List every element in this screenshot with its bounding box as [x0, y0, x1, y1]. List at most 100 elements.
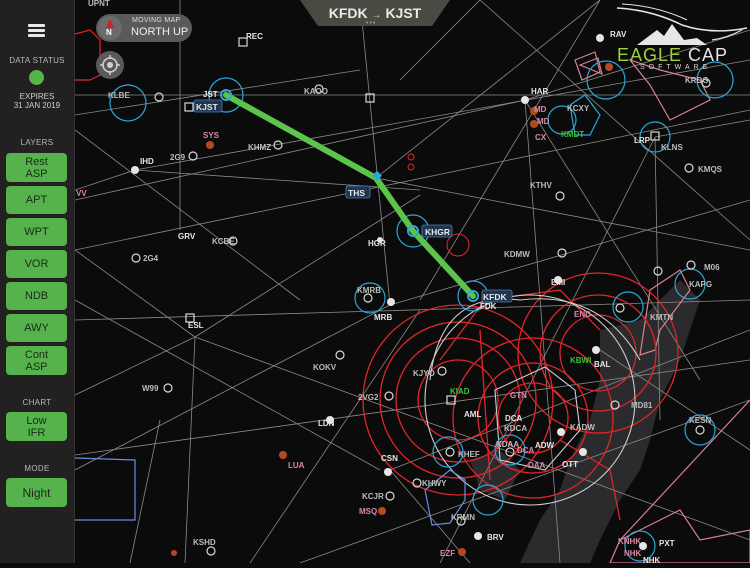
layer-toggle-airports[interactable]: APT	[6, 186, 67, 214]
map-label-mrb: MRB	[374, 313, 392, 322]
vortac-icon	[596, 34, 604, 42]
map-label-kdmw: KDMW	[504, 250, 530, 259]
map-label-ths[interactable]: THS	[348, 188, 365, 198]
map-label-lrp: LRP	[634, 136, 651, 145]
vortac-icon	[579, 448, 587, 456]
map-label-nhk: NHK	[624, 549, 642, 558]
map-label-kjyo: KJYO	[413, 369, 435, 378]
map-label-kjst[interactable]: KJST	[196, 102, 219, 112]
mode-label: MODE	[24, 464, 50, 473]
map-label-kmtn: KMTN	[650, 313, 673, 322]
logo-word-cap: CAP	[688, 45, 729, 65]
map-label-kcxy: KCXY	[567, 104, 590, 113]
map-label-daa: DAA	[528, 461, 546, 470]
map-label-khmz: KHMZ	[248, 143, 271, 152]
layer-toggle-airways[interactable]: AWY	[6, 314, 67, 342]
map-label-kaoo: KAOO	[304, 87, 328, 96]
map-canvas[interactable]: UPNTREC RAVKLBE JSTKJSTKAOO HARMD KCXYMDCX KM…	[74, 0, 750, 565]
map-label-md: MD	[534, 105, 547, 114]
map-label-kapg: KAPG	[689, 280, 712, 289]
map-label-fdk: FDK	[480, 302, 497, 311]
map-label-2vg2: 2VG2	[358, 393, 379, 402]
compass-icon: N	[98, 16, 122, 40]
map-label-kthv: KTHV	[530, 181, 552, 190]
map-label-2g4: 2G4	[143, 254, 159, 263]
layer-toggle-ndb[interactable]: NDB	[6, 282, 67, 310]
map-label-hgr: HGR	[368, 239, 386, 248]
map-label-kadw: KADW	[570, 423, 595, 432]
vortac-icon	[521, 96, 529, 104]
map-label-kcbe: KCBE	[212, 237, 235, 246]
route-header[interactable]: KFDK → KJST •••	[300, 0, 450, 27]
logo-word-eagle: EAGLE	[617, 45, 683, 65]
map-label-w99: W99	[142, 384, 159, 393]
page-indicator[interactable]: •••	[366, 20, 376, 27]
vortac-icon	[474, 532, 482, 540]
ndb-icon	[206, 141, 214, 149]
hamburger-menu-icon[interactable]	[28, 24, 45, 37]
ndb-icon	[378, 507, 386, 515]
map-label-kiad: KIAD	[450, 387, 470, 396]
map-label-md: MD	[537, 117, 550, 126]
map-label-kbwi: KBWI	[570, 356, 591, 365]
map-label-grv: GRV	[178, 232, 196, 241]
crosshair-icon	[100, 55, 120, 75]
data-status-indicator	[29, 70, 44, 85]
north-arrow-icon	[106, 19, 114, 28]
map-label-m06: M06	[704, 263, 720, 272]
layers-label: LAYERS	[20, 138, 54, 147]
layer-toggle-controlled-airspace[interactable]: Cont ASP	[6, 346, 67, 375]
vortac-icon	[557, 428, 565, 436]
layer-toggle-restricted-airspace[interactable]: Rest ASP	[6, 153, 67, 182]
map-label-khgr[interactable]: KHGR	[425, 227, 450, 237]
map-label-kshd: KSHD	[193, 538, 216, 547]
display-mode-button[interactable]: Night	[6, 478, 67, 507]
map-label-ldn: LDN	[318, 419, 335, 428]
map-label-rec: REC	[246, 32, 263, 41]
compass-letter: N	[106, 28, 112, 37]
map-label-vv: VV	[76, 189, 87, 198]
expires-date: 31 JAN 2019	[13, 101, 61, 110]
map-label-brv: BRV	[487, 533, 504, 542]
vortac-icon	[131, 166, 139, 174]
map-mode-value: NORTH UP	[131, 26, 189, 38]
map-orientation-toggle[interactable]: N MOVING MAP NORTH UP	[96, 14, 192, 42]
map-label-kokv: KOKV	[313, 363, 337, 372]
map-label-gtn: GTN	[510, 391, 527, 400]
layer-toggle-waypoints[interactable]: WPT	[6, 218, 67, 246]
data-status-label: DATA STATUS	[9, 56, 65, 65]
map-label-2g9: 2G9	[170, 153, 186, 162]
moving-map[interactable]: UPNT REC RAV KLBE JST KJST KAOO HAR MD KCXY MD CX KM…	[74, 0, 750, 565]
map-label-end: END	[574, 310, 591, 319]
map-label-knhk: KNHK	[618, 537, 641, 546]
map-label-upnt: UPNT	[88, 0, 110, 8]
map-label-khwy: KHWY	[422, 479, 447, 488]
chart-label: CHART	[22, 398, 52, 407]
ndb-icon	[279, 451, 287, 459]
map-label-pxt: PXT	[659, 539, 675, 548]
map-label-csn: CSN	[381, 454, 398, 463]
vortac-icon	[384, 468, 392, 476]
locate-button[interactable]	[96, 51, 124, 79]
ndb-icon	[171, 550, 177, 556]
map-label-msq: MSQ	[359, 507, 377, 516]
map-background	[75, 0, 750, 563]
map-label-lua: LUA	[288, 461, 305, 470]
map-label-kcjr: KCJR	[362, 492, 384, 501]
map-label-kfdk[interactable]: KFDK	[483, 292, 507, 302]
map-label-kdaa: KDAA	[496, 440, 519, 449]
layer-toggle-vor[interactable]: VOR	[6, 250, 67, 278]
map-label-md81: MD81	[631, 401, 653, 410]
route-destination: KJST	[385, 5, 422, 21]
map-label-klns: KLNS	[661, 143, 683, 152]
map-label-krmn: KRMN	[451, 513, 475, 522]
map-label-ezf: EZF	[440, 549, 455, 558]
map-label-adw: ADW	[535, 441, 555, 450]
chart-type-button[interactable]: Low IFR	[6, 412, 67, 441]
logo-subtitle: SOFTWARE	[640, 64, 712, 71]
map-label-kmqs: KMQS	[698, 165, 723, 174]
map-mode-label: MOVING MAP	[132, 17, 181, 24]
vortac-icon	[387, 298, 395, 306]
map-label-klbe: KLBE	[108, 91, 130, 100]
map-label-kesn: KESN	[689, 416, 711, 425]
